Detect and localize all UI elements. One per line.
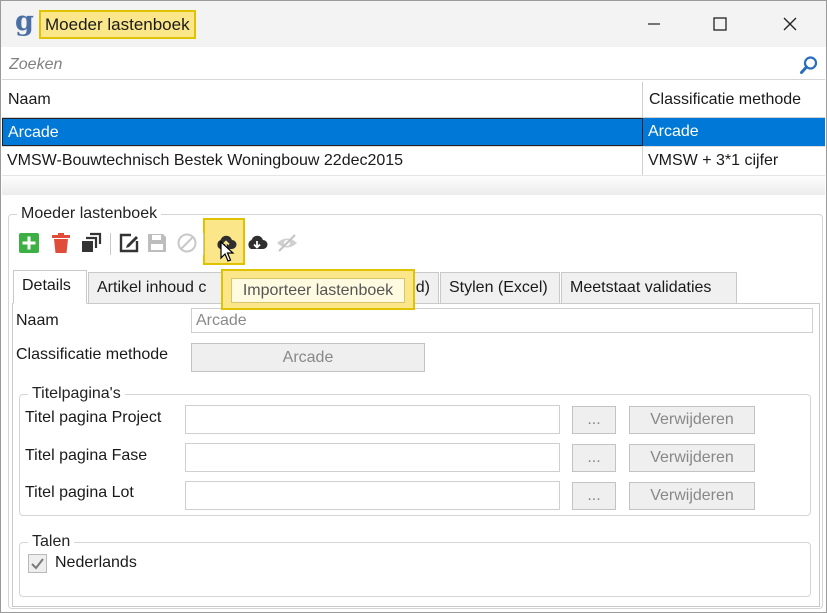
- titel-fase-browse-button[interactable]: ...: [572, 444, 616, 472]
- table-row[interactable]: Arcade Arcade: [2, 118, 825, 147]
- titel-project-remove-button[interactable]: Verwijderen: [629, 406, 755, 434]
- cell-naam: Arcade: [2, 118, 643, 146]
- nederlands-checkbox[interactable]: [28, 554, 47, 573]
- checkmark-icon: [31, 558, 44, 570]
- toolbar-separator: [203, 233, 204, 255]
- save-icon: [148, 234, 166, 252]
- titel-lot-field[interactable]: [185, 481, 560, 510]
- titel-fase-field[interactable]: [185, 443, 560, 472]
- tab-details[interactable]: Details: [13, 270, 87, 304]
- close-icon: [783, 17, 797, 31]
- toolbar-separator: [110, 233, 111, 255]
- titel-lot-remove-button[interactable]: Verwijderen: [629, 482, 755, 510]
- maximize-icon: [713, 17, 727, 31]
- maximize-button[interactable]: [697, 1, 743, 47]
- tab-meetstaat-validaties[interactable]: Meetstaat validaties: [561, 272, 737, 304]
- title-bar[interactable]: g Moeder lastenboek: [1, 1, 826, 47]
- titel-project-label: Titel pagina Project: [25, 409, 162, 426]
- nederlands-label: Nederlands: [55, 554, 137, 571]
- classificatie-label: Classificatie methode: [16, 346, 169, 363]
- download-button[interactable]: [244, 230, 270, 256]
- titel-lot-label: Titel pagina Lot: [25, 484, 134, 501]
- group-title: Moeder lastenboek: [17, 204, 162, 224]
- hide-button[interactable]: [274, 230, 300, 256]
- cell-classificatie: VMSW + 3*1 cijfer: [648, 152, 779, 169]
- naam-field[interactable]: Arcade: [191, 308, 813, 333]
- tooltip: Importeer lastenboek: [231, 278, 405, 303]
- delete-button[interactable]: [48, 230, 74, 256]
- window-title: Moeder lastenboek: [39, 10, 196, 39]
- titel-project-browse-button[interactable]: ...: [572, 406, 616, 434]
- copy-icon: [82, 232, 102, 252]
- cell-naam: VMSW-Bouwtechnisch Bestek Woningbouw 22d…: [2, 147, 643, 175]
- titel-lot-browse-button[interactable]: ...: [572, 482, 616, 510]
- titel-project-field[interactable]: [185, 405, 560, 434]
- grid-header: Naam Classificatie methode: [2, 82, 825, 118]
- splitter[interactable]: [2, 175, 825, 195]
- edit-button[interactable]: [116, 230, 142, 256]
- classificatie-dropdown[interactable]: Arcade: [191, 343, 425, 372]
- titel-fase-label: Titel pagina Fase: [25, 447, 148, 464]
- download-icon: [248, 235, 268, 249]
- copy-button[interactable]: [78, 230, 104, 256]
- talen-group: Talen: [19, 532, 811, 597]
- titel-fase-remove-button[interactable]: Verwijderen: [629, 444, 755, 472]
- mouse-cursor-icon: [220, 241, 235, 262]
- app-window: g Moeder lastenboek Naam Classificatie m…: [0, 0, 827, 613]
- tooltip-highlight: Importeer lastenboek: [221, 269, 415, 310]
- minimize-button[interactable]: [631, 1, 677, 47]
- lastenboek-grid: Naam Classificatie methode Arcade Arcade…: [2, 82, 825, 176]
- save-button[interactable]: [144, 230, 170, 256]
- talen-title: Talen: [28, 532, 75, 552]
- search-bar: [2, 50, 825, 80]
- search-input[interactable]: [9, 54, 779, 76]
- close-button[interactable]: [767, 1, 813, 47]
- column-header-naam[interactable]: Naam: [2, 82, 643, 118]
- delete-icon: [52, 233, 70, 253]
- cell-classificatie: Arcade: [643, 118, 825, 146]
- add-button[interactable]: [16, 230, 42, 256]
- search-icon[interactable]: [799, 55, 819, 75]
- tab-stylen-excel[interactable]: Stylen (Excel): [440, 272, 560, 304]
- naam-label: Naam: [16, 312, 59, 329]
- table-row[interactable]: VMSW-Bouwtechnisch Bestek Woningbouw 22d…: [2, 147, 825, 176]
- cancel-button[interactable]: [174, 230, 200, 256]
- cancel-icon: [177, 233, 197, 253]
- titelpaginas-title: Titelpagina's: [28, 384, 125, 404]
- hide-icon: [277, 234, 297, 252]
- app-logo: g: [15, 6, 34, 37]
- edit-icon: [119, 233, 139, 253]
- add-icon: [19, 233, 39, 253]
- minimize-icon: [648, 23, 660, 25]
- column-header-classificatie[interactable]: Classificatie methode: [643, 82, 825, 118]
